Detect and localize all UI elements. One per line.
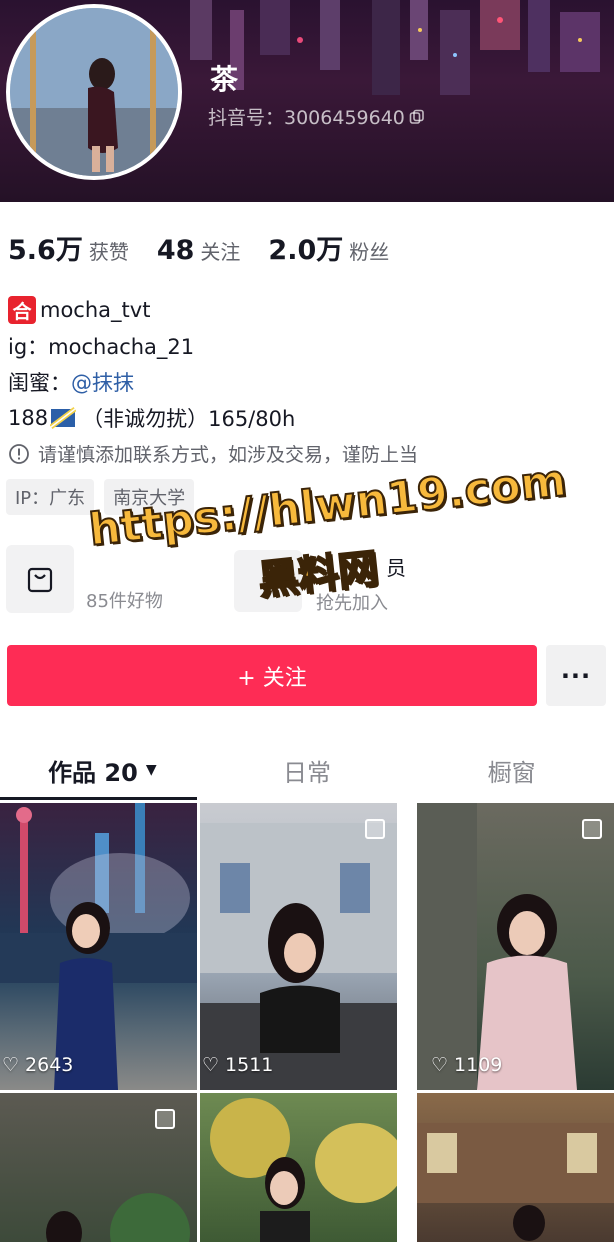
ip-chip: IP：广东 xyxy=(6,479,95,515)
shopping-bag-icon xyxy=(27,567,53,593)
stat-followers[interactable]: 2.0万 粉丝 xyxy=(268,228,389,267)
stat-value: 2.0万 xyxy=(268,235,344,266)
mention-link[interactable]: @抹抹 xyxy=(71,367,134,397)
profile-banner: 茶 抖音号：3006459640 xyxy=(0,0,614,202)
bio-line-1: 合 mocha_tvt xyxy=(8,292,608,328)
heart-icon: ♡ xyxy=(202,1054,220,1076)
bio-text: （非诚勿扰）165/80h xyxy=(82,407,296,431)
multi-image-icon xyxy=(365,819,385,839)
thumbnail-image xyxy=(200,823,397,1090)
multi-image-icon xyxy=(155,1109,175,1129)
red-tag-icon: 合 xyxy=(8,296,36,324)
video-likes: ♡ 1109 xyxy=(431,1054,502,1076)
likes-count: 1511 xyxy=(225,1054,274,1076)
profile-stats: 5.6万 获赞 48 关注 2.0万 粉丝 xyxy=(8,228,417,267)
content-tabs: 作品 20 ▼ 日常 橱窗 xyxy=(0,740,614,800)
thumbnail-image xyxy=(417,1123,614,1241)
bio-text: 188 xyxy=(8,406,49,430)
video-thumbnail[interactable]: ♡ 2643 xyxy=(0,803,197,1090)
bio-line-2: ig：mochacha_21 xyxy=(8,328,608,364)
tab-daily[interactable]: 日常 xyxy=(205,740,410,800)
tab-label: 日常 xyxy=(283,758,331,787)
tab-label: 橱窗 xyxy=(487,758,536,787)
shop-card-sub: 85件好物 xyxy=(86,591,163,612)
likes-count: 2643 xyxy=(25,1054,74,1076)
video-thumbnail[interactable]: ♡ 1511 xyxy=(200,803,397,1090)
douyin-id[interactable]: 抖音号：3006459640 xyxy=(208,103,425,130)
tab-works[interactable]: 作品 20 ▼ xyxy=(0,740,205,800)
safety-notice: 请谨慎添加联系方式，如涉及交易，谨防上当 xyxy=(8,440,418,467)
video-thumbnail[interactable]: ♡ 1109 xyxy=(417,803,614,1090)
multi-image-icon xyxy=(582,819,602,839)
stat-likes: 5.6万 获赞 xyxy=(8,228,129,267)
thumbnail-image xyxy=(417,803,577,1090)
more-options-button[interactable]: ··· xyxy=(546,645,606,706)
info-icon xyxy=(9,443,29,464)
nickname: 茶 xyxy=(210,63,239,96)
thumbnail-image xyxy=(0,803,197,1090)
bio-line-4: 188 （非诚勿扰）165/80h xyxy=(8,400,608,436)
notice-text: 请谨慎添加联系方式，如涉及交易，谨防上当 xyxy=(38,444,419,466)
stat-label: 粉丝 xyxy=(349,240,390,264)
shop-card[interactable] xyxy=(6,545,74,613)
tab-label: 作品 20 xyxy=(48,758,138,787)
stat-label: 获赞 xyxy=(88,240,129,264)
video-likes: ♡ 2643 xyxy=(2,1054,73,1076)
bio-text: ig：mochacha_21 xyxy=(8,335,195,359)
stat-label: 关注 xyxy=(200,240,241,264)
bio: 合 mocha_tvt ig：mochacha_21 闺蜜： @抹抹 188 （… xyxy=(8,292,608,436)
bio-text: mocha_tvt xyxy=(40,298,151,322)
follow-button[interactable]: + 关注 xyxy=(7,645,537,706)
copy-icon[interactable] xyxy=(409,109,425,125)
douyin-id-text: 抖音号：3006459640 xyxy=(208,107,405,129)
flag-emoji-icon xyxy=(50,407,77,429)
avatar-image xyxy=(10,8,178,176)
stat-value: 48 xyxy=(156,235,195,266)
member-card-title: 员 xyxy=(386,556,406,580)
heart-icon: ♡ xyxy=(431,1054,449,1076)
bio-line-3: 闺蜜： @抹抹 xyxy=(8,364,608,400)
avatar[interactable] xyxy=(6,4,182,180)
video-thumbnail[interactable] xyxy=(200,1093,397,1242)
bio-text: 闺蜜： xyxy=(8,371,71,395)
likes-count: 1109 xyxy=(454,1054,503,1076)
video-thumbnail[interactable] xyxy=(0,1093,197,1242)
heart-icon: ♡ xyxy=(2,1054,20,1076)
tab-showcase[interactable]: 橱窗 xyxy=(409,740,614,800)
caret-down-icon: ▼ xyxy=(145,762,157,778)
stat-value: 5.6万 xyxy=(8,235,83,266)
thumbnail-image xyxy=(210,1098,397,1242)
video-likes: ♡ 1511 xyxy=(202,1054,273,1076)
stat-following[interactable]: 48 关注 xyxy=(157,235,241,266)
tab-active-indicator xyxy=(0,797,197,800)
video-thumbnail[interactable] xyxy=(417,1093,614,1242)
